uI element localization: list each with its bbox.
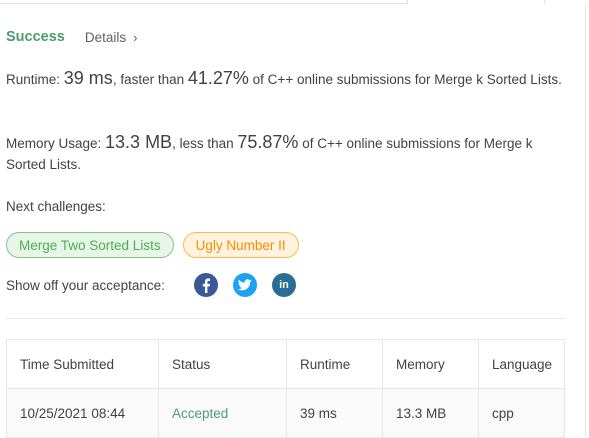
facebook-icon[interactable]: [194, 273, 218, 297]
chevron-right-icon: ›: [133, 29, 138, 45]
runtime-mid: , faster than: [112, 72, 188, 87]
tab-underline: [0, 3, 407, 4]
linkedin-icon[interactable]: in: [272, 273, 296, 297]
panel-border: [585, 4, 586, 437]
col-memory[interactable]: Memory: [382, 339, 479, 389]
top-tab-bar: [0, 0, 589, 4]
table-row: 10/25/2021 08:44 Accepted 39 ms 13.3 MB …: [6, 388, 565, 438]
linkedin-glyph: in: [279, 279, 289, 291]
col-runtime[interactable]: Runtime: [286, 339, 383, 389]
memory-label: Memory Usage:: [6, 136, 106, 151]
share-label: Show off your acceptance:: [6, 277, 165, 293]
col-time-submitted[interactable]: Time Submitted: [6, 339, 159, 389]
runtime-value: 39 ms: [63, 68, 113, 88]
next-challenges-label: Next challenges:: [6, 199, 106, 214]
memory-stat: Memory Usage: 13.3 MB, less than 75.87% …: [6, 132, 566, 175]
share-row: Show off your acceptance: in: [6, 273, 311, 297]
challenge-chip-merge-two-sorted-lists[interactable]: Merge Two Sorted Lists: [6, 232, 174, 258]
section-divider: [6, 318, 565, 319]
memory-value: 13.3 MB: [105, 132, 173, 152]
next-challenges: Merge Two Sorted Lists Ugly Number II: [6, 232, 308, 258]
runtime-stat: Runtime: 39 ms, faster than 41.27% of C+…: [6, 68, 566, 90]
result-status: Success: [6, 29, 65, 45]
cell-language: cpp: [478, 388, 565, 438]
submissions-table: Time Submitted Status Runtime Memory Lan…: [6, 339, 565, 438]
details-link[interactable]: Details ›: [85, 30, 138, 45]
twitter-icon[interactable]: [233, 273, 257, 297]
runtime-suffix: of C++ online submissions for Merge k So…: [248, 72, 562, 87]
cell-time-submitted: 10/25/2021 08:44: [6, 388, 159, 438]
active-tab-edge: [407, 0, 545, 4]
memory-mid: , less than: [172, 136, 238, 151]
runtime-percent: 41.27%: [187, 68, 249, 88]
challenge-chip-ugly-number-ii[interactable]: Ugly Number II: [182, 232, 299, 258]
cell-status-accepted[interactable]: Accepted: [158, 388, 287, 438]
details-label: Details: [84, 29, 127, 45]
runtime-label: Runtime:: [6, 72, 64, 87]
col-status[interactable]: Status: [158, 339, 287, 389]
col-language[interactable]: Language: [478, 339, 565, 389]
cell-runtime: 39 ms: [286, 388, 383, 438]
memory-percent: 75.87%: [237, 132, 299, 152]
cell-memory: 13.3 MB: [382, 388, 479, 438]
table-header-row: Time Submitted Status Runtime Memory Lan…: [6, 339, 565, 389]
result-header: Success Details ›: [6, 27, 137, 47]
